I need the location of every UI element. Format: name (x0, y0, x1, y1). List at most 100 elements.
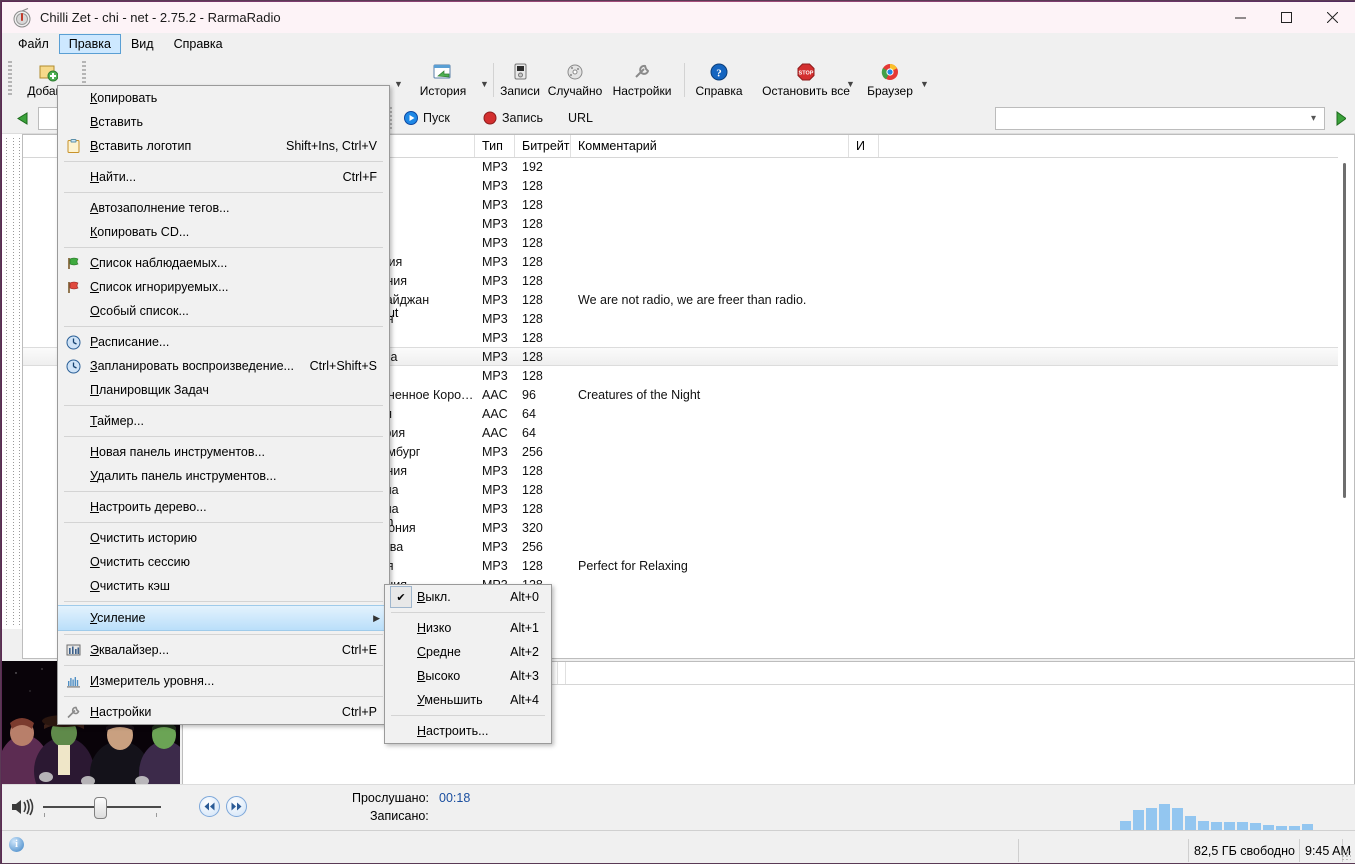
menu-item-автозаполнение-тегов---[interactable]: Автозаполнение тегов... (58, 196, 389, 220)
clipboard-icon (65, 138, 82, 155)
menu-item-очистить-кэш[interactable]: Очистить кэш (58, 574, 389, 598)
menu-item-label: Настройки (90, 705, 152, 719)
history-prev-chevron-icon[interactable]: ▼ (394, 79, 403, 89)
url-label: URL (562, 107, 599, 129)
menu-item-label: Вставить (90, 115, 143, 129)
menu-item-label: Удалить панель инструментов... (90, 469, 277, 483)
menu-item-настройки[interactable]: Настройки Ctrl+P (58, 700, 389, 724)
menu-item-accelerator: Ctrl+Shift+S (309, 359, 377, 373)
resize-grip[interactable] (1341, 850, 1351, 860)
maximize-button[interactable] (1263, 2, 1309, 33)
browser-icon (880, 61, 900, 83)
cell-bitrate: 256 (522, 444, 543, 459)
cell-bitrate: 128 (522, 273, 543, 288)
volume-slider-thumb[interactable] (94, 797, 107, 819)
cell-bitrate: 128 (522, 216, 543, 231)
history-icon (432, 61, 454, 83)
menu-item-копировать[interactable]: Копировать (58, 86, 389, 110)
menu-item-настроить-дерево---[interactable]: Настроить дерево... (58, 495, 389, 519)
url-go-button[interactable] (1328, 107, 1352, 129)
menu-separator (64, 696, 383, 697)
menu-item-label: Особый список... (90, 304, 189, 318)
station-tree-panel[interactable] (2, 134, 23, 629)
menu-item-измеритель-уровня---[interactable]: Измеритель уровня... (58, 669, 389, 693)
stopall-chevron-icon[interactable]: ▼ (846, 79, 855, 89)
menu-edit[interactable]: Правка (58, 34, 121, 54)
menu-item-запланировать-воспроизведение---[interactable]: Запланировать воспроизведение... Ctrl+Shi… (58, 354, 389, 378)
submenu-item-средне[interactable]: Средне Alt+2 (385, 640, 551, 664)
toolbar-settings-button[interactable]: Настройки (606, 59, 678, 101)
submenu-item-настроить---[interactable]: Настроить... (385, 719, 551, 743)
menu-item-особый-список---[interactable]: Особый список... (58, 299, 389, 323)
column-header-тип[interactable]: Тип (475, 135, 515, 157)
column-header-комментарий[interactable]: Комментарий (571, 135, 849, 157)
menu-item-очистить-сессию[interactable]: Очистить сессию (58, 550, 389, 574)
cell-bitrate: 128 (522, 197, 543, 212)
playing-column-header[interactable] (558, 662, 566, 684)
station-list-scrollbar[interactable] (1338, 157, 1354, 658)
amplify-submenu-popup[interactable]: ✔ Выкл. Alt+0 Низко Alt+1 Средне Alt+2 Высоко Al… (384, 584, 552, 744)
menu-item-таймер---[interactable]: Таймер... (58, 409, 389, 433)
settings-wrench-icon (65, 704, 82, 721)
menu-item-планировщик-задач[interactable]: Планировщик Задач (58, 378, 389, 402)
record-label: Запись (502, 111, 544, 125)
menu-item-accelerator: Shift+Ins, Ctrl+V (285, 139, 377, 153)
nav-back-button[interactable] (8, 107, 36, 129)
status-sep-3 (1299, 839, 1300, 862)
cell-type: MP3 (482, 349, 508, 364)
menu-item-вставить-логотип[interactable]: Вставить логотип Shift+Ins, Ctrl+V (58, 134, 389, 158)
submenu-item-выкл-[interactable]: ✔ Выкл. Alt+0 (385, 585, 551, 609)
url-input[interactable]: ▾ (995, 107, 1325, 130)
menu-item-расписание---[interactable]: Расписание... (58, 330, 389, 354)
toolbar-grip[interactable] (8, 61, 12, 97)
toolbar-records-button[interactable]: Записи (496, 59, 544, 101)
menu-help[interactable]: Справка (164, 34, 233, 54)
info-icon[interactable]: i (9, 837, 24, 852)
menu-item-найти---[interactable]: Найти... Ctrl+F (58, 165, 389, 189)
start-button[interactable]: Пуск (398, 107, 456, 129)
cell-bitrate: 128 (522, 254, 543, 269)
close-button[interactable] (1309, 2, 1355, 33)
column-header-битрейт[interactable]: Битрейт (515, 135, 571, 157)
menu-item-accelerator: Ctrl+E (341, 643, 377, 657)
cell-type: MP3 (482, 235, 508, 250)
submenu-item-уменьшить[interactable]: Уменьшить Alt+4 (385, 688, 551, 712)
browser-chevron-icon[interactable]: ▼ (920, 79, 929, 89)
forward-icon (231, 802, 242, 811)
submenu-item-низко[interactable]: Низко Alt+1 (385, 616, 551, 640)
menu-item-усиление[interactable]: Усиление ▶ (58, 605, 389, 631)
menu-item-список-наблюдаемых---[interactable]: Список наблюдаемых... (58, 251, 389, 275)
submenu-item-label: Выкл. (417, 590, 451, 604)
mute-button[interactable] (10, 797, 36, 820)
minimize-button[interactable] (1217, 2, 1263, 33)
menu-item-очистить-историю[interactable]: Очистить историю (58, 526, 389, 550)
toolbar-help-button[interactable]: ? Справка (688, 59, 750, 101)
menu-item-список-игнорируемых---[interactable]: Список игнорируемых... (58, 275, 389, 299)
column-header-и[interactable]: И (849, 135, 879, 157)
stop-icon: STOP (796, 61, 816, 83)
forward-button[interactable] (226, 796, 247, 817)
cell-type: MP3 (482, 311, 508, 326)
menu-item-новая-панель-инструментов---[interactable]: Новая панель инструментов... (58, 440, 389, 464)
record-button[interactable]: Запись (477, 107, 549, 129)
submenu-arrow-icon: ▶ (373, 612, 380, 623)
submenu-item-высоко[interactable]: Высоко Alt+3 (385, 664, 551, 688)
menu-view[interactable]: Вид (121, 34, 164, 54)
toolbar-random-button[interactable]: Случайно (544, 59, 606, 101)
menu-item-удалить-панель-инструментов---[interactable]: Удалить панель инструментов... (58, 464, 389, 488)
menu-item-label: Копировать CD... (90, 225, 190, 239)
menu-item-эквалайзер---[interactable]: Эквалайзер... Ctrl+E (58, 638, 389, 662)
menu-file[interactable]: Файл (8, 34, 59, 54)
edit-menu-popup[interactable]: Копировать Вставить Вставить логотип Shift+… (57, 85, 390, 725)
volume-tick-max (156, 813, 157, 817)
history-next-chevron-icon[interactable]: ▼ (480, 79, 489, 89)
menu-item-вставить[interactable]: Вставить (58, 110, 389, 134)
toolbar-history-button[interactable]: История (406, 59, 480, 101)
eq-bar (1237, 822, 1248, 830)
menu-item-копировать-cd---[interactable]: Копировать CD... (58, 220, 389, 244)
menu-item-label: Новая панель инструментов... (90, 445, 265, 459)
toolbar-browser-button[interactable]: Браузер (858, 59, 922, 101)
chevron-down-icon[interactable]: ▾ (1311, 113, 1316, 124)
rewind-button[interactable] (199, 796, 220, 817)
scrollbar-thumb[interactable] (1343, 163, 1346, 498)
